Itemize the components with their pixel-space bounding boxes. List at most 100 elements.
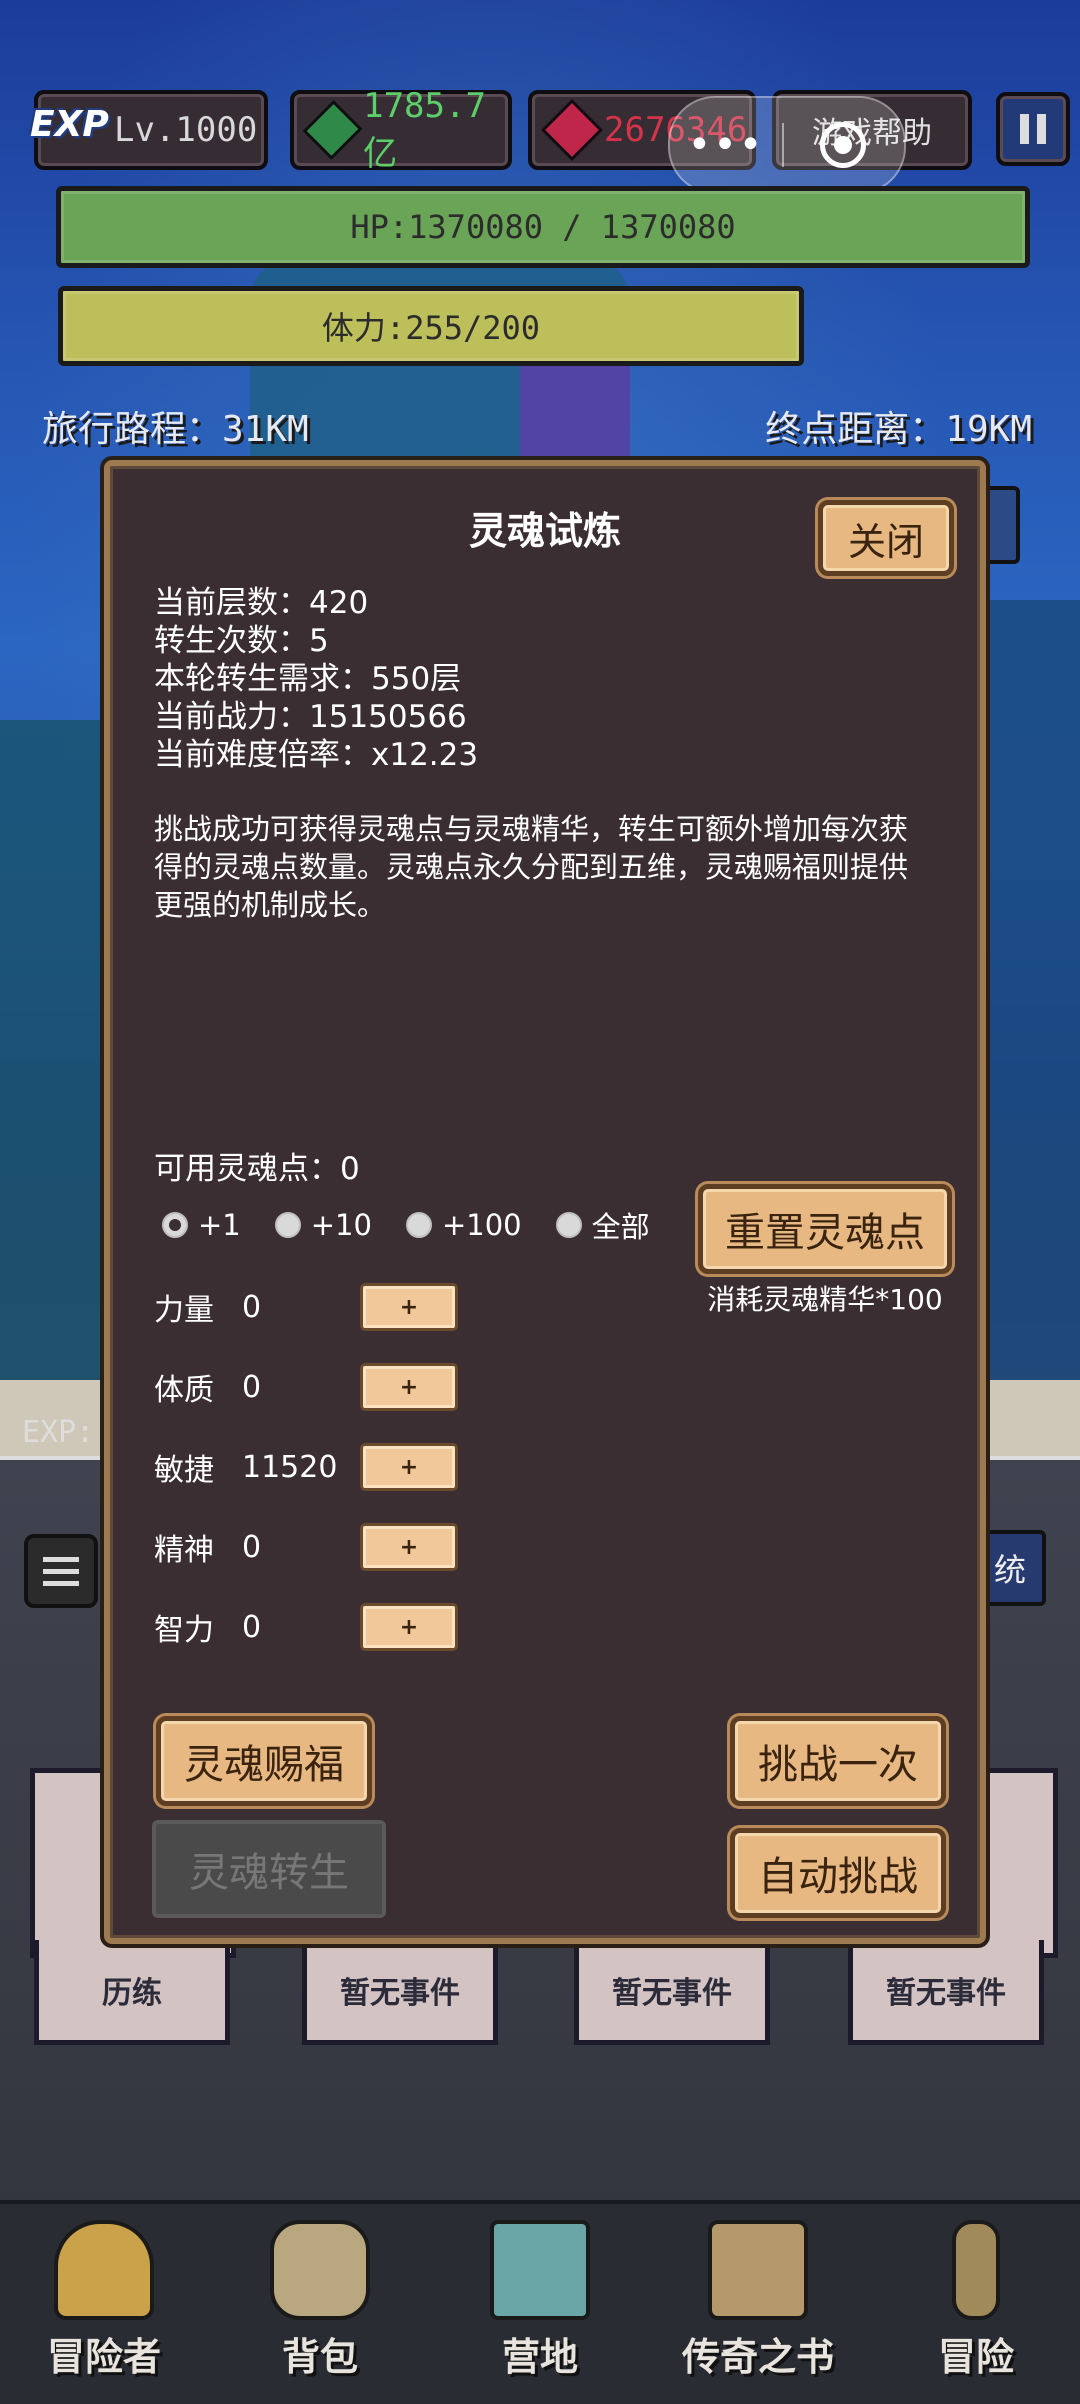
nav-label: 营地 — [501, 2335, 578, 2379]
distance-traveled: 旅行路程：31KM — [42, 409, 309, 450]
system-button-label: 统 — [993, 1551, 1026, 1589]
exp-label-partial: EXP: — [22, 1415, 95, 1450]
increment-plus-1[interactable]: +1 — [162, 1208, 241, 1242]
distance-remaining: 终点距离：19KM — [765, 409, 1032, 450]
reset-cost-text: 消耗灵魂精华*100 — [707, 1283, 943, 1316]
increment-label: +10 — [310, 1208, 372, 1242]
pause-button[interactable] — [996, 92, 1070, 166]
stat-row-agility: 敏捷 11520 + — [154, 1442, 458, 1492]
increment-selector: +1 +10 +100 全部 — [162, 1204, 684, 1246]
radio-icon — [555, 1212, 582, 1238]
helmet-icon — [54, 2220, 154, 2320]
emerald-gem-icon — [302, 99, 363, 161]
close-button[interactable]: 关闭 — [818, 500, 954, 576]
green-currency-value: 1785.7亿 — [363, 85, 486, 174]
wechat-capsule: ••• — [668, 96, 906, 194]
event-card-empty-3[interactable]: 暂无事件 — [848, 1940, 1044, 2045]
event-card-label: 暂无事件 — [612, 1976, 732, 2011]
coral-decoration — [0, 720, 120, 1380]
stat-row-spirit: 精神 0 + — [154, 1522, 458, 1572]
increment-plus-100[interactable]: +100 — [405, 1208, 522, 1242]
hp-text: HP:1370080 / 1370080 — [350, 208, 736, 246]
close-miniprogram-button[interactable] — [784, 122, 902, 168]
auto-challenge-label: 自动挑战 — [758, 1854, 918, 1900]
more-dots-icon: ••• — [687, 122, 765, 168]
nav-label: 冒险者 — [46, 2335, 161, 2379]
increment-label: 全部 — [591, 1210, 650, 1244]
nav-backpack[interactable]: 背包 — [230, 2220, 410, 2381]
increment-label: +1 — [198, 1208, 241, 1242]
rebirth-count: 转生次数：5 — [154, 623, 329, 659]
stat-value: 0 — [242, 1529, 262, 1565]
menu-list-icon[interactable] — [24, 1534, 98, 1608]
green-currency-display: 1785.7亿 — [290, 86, 512, 174]
event-card-empty-1[interactable]: 暂无事件 — [302, 1940, 498, 2045]
event-card-label: 历练 — [102, 1976, 162, 2011]
soul-rebirth-button[interactable]: 灵魂转生 — [152, 1820, 386, 1918]
nav-label: 背包 — [281, 2335, 358, 2379]
nav-label: 传奇之书 — [681, 2335, 834, 2379]
close-button-label: 关闭 — [847, 519, 924, 564]
camp-banner-icon — [490, 2220, 590, 2320]
challenge-once-label: 挑战一次 — [758, 1742, 918, 1788]
stat-value: 0 — [242, 1609, 262, 1645]
more-options-button[interactable]: ••• — [670, 122, 782, 168]
nav-adventure[interactable]: 冒险 — [886, 2220, 1066, 2381]
stamina-bar: 体力:255/200 — [58, 286, 804, 366]
radio-icon — [405, 1212, 432, 1238]
plus-label: + — [399, 1374, 419, 1400]
stat-row-intelligence: 智力 0 + — [154, 1602, 458, 1652]
stat-row-strength: 力量 0 + — [154, 1282, 458, 1332]
add-spirit-button[interactable]: + — [360, 1523, 458, 1571]
soul-blessing-button[interactable]: 灵魂赐福 — [156, 1716, 372, 1806]
nav-label: 冒险 — [937, 2335, 1014, 2379]
add-constitution-button[interactable]: + — [360, 1363, 458, 1411]
soul-trial-dialog: 灵魂试炼 关闭 当前层数：420 转生次数：5 本轮转生需求：550层 当前战力… — [104, 460, 986, 1944]
reset-button-label: 重置灵魂点 — [725, 1210, 925, 1256]
nav-camp[interactable]: 营地 — [450, 2220, 630, 2381]
auto-challenge-button[interactable]: 自动挑战 — [730, 1828, 946, 1918]
available-soul-points: 可用灵魂点：0 — [154, 1151, 360, 1187]
add-agility-button[interactable]: + — [360, 1443, 458, 1491]
stat-row-constitution: 体质 0 + — [154, 1362, 458, 1412]
nav-adventurer[interactable]: 冒险者 — [14, 2220, 194, 2381]
nav-legend-book[interactable]: 传奇之书 — [668, 2220, 848, 2381]
increment-label: +100 — [441, 1208, 522, 1242]
plus-label: + — [399, 1534, 419, 1560]
challenge-once-button[interactable]: 挑战一次 — [730, 1716, 946, 1806]
reset-soul-points-button[interactable]: 重置灵魂点 — [698, 1184, 952, 1274]
event-card-empty-2[interactable]: 暂无事件 — [574, 1940, 770, 2045]
difficulty-multiplier: 当前难度倍率：x12.23 — [154, 737, 479, 773]
event-card-training[interactable]: 历练 — [34, 1940, 230, 2045]
current-floor: 当前层数：420 — [154, 585, 369, 621]
event-card-label: 暂无事件 — [886, 1976, 1006, 2011]
radio-selected-icon — [162, 1212, 188, 1238]
stat-value: 0 — [242, 1289, 262, 1325]
rebirth-button-label: 灵魂转生 — [189, 1850, 349, 1896]
stat-value: 0 — [242, 1369, 262, 1405]
radio-icon — [274, 1212, 301, 1238]
pause-icon — [1020, 114, 1046, 144]
rebirth-requirement: 本轮转生需求：550层 — [154, 661, 462, 697]
plus-label: + — [399, 1454, 419, 1480]
backpack-icon — [270, 2220, 370, 2320]
blessing-button-label: 灵魂赐福 — [184, 1742, 344, 1788]
event-card-label: 暂无事件 — [340, 1976, 460, 2011]
hp-bar: HP:1370080 / 1370080 — [56, 186, 1030, 268]
add-intelligence-button[interactable]: + — [360, 1603, 458, 1651]
ruby-gem-icon — [540, 98, 604, 162]
exp-badge: EXP — [30, 104, 109, 145]
stat-name: 精神 — [154, 1533, 214, 1568]
increment-all[interactable]: 全部 — [555, 1204, 650, 1246]
level-text: Lv.1000 — [114, 110, 258, 150]
book-icon — [708, 2220, 808, 2320]
increment-plus-10[interactable]: +10 — [274, 1208, 372, 1242]
stamina-text: 体力:255/200 — [321, 309, 541, 347]
add-strength-button[interactable]: + — [360, 1283, 458, 1331]
current-power: 当前战力：15150566 — [154, 699, 467, 735]
sword-icon — [952, 2220, 1000, 2320]
stat-name: 力量 — [154, 1293, 214, 1328]
plus-label: + — [399, 1294, 419, 1320]
trial-description: 挑战成功可获得灵魂点与灵魂精华，转生可额外增加每次获得的灵魂点数量。灵魂点永久分… — [154, 812, 909, 922]
plus-label: + — [399, 1614, 419, 1640]
